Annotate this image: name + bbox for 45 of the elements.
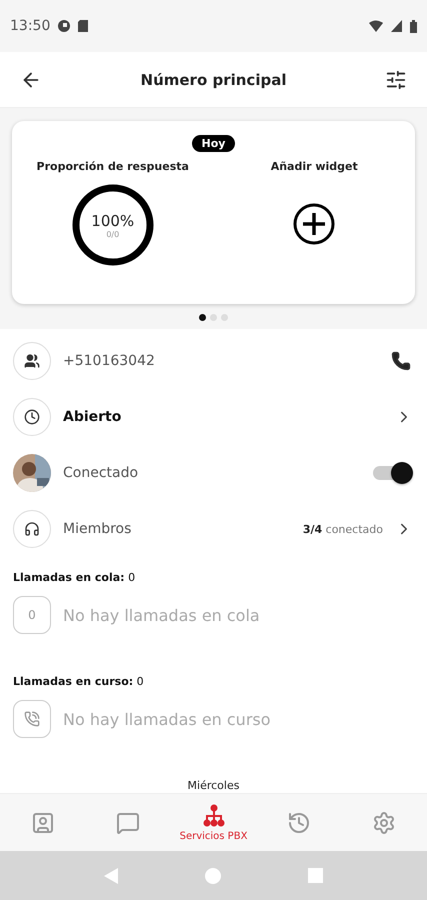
widget-title: Proporción de respuesta <box>36 160 189 173</box>
period-badge: Hoy <box>192 135 236 152</box>
battery-icon <box>410 20 417 32</box>
row-label: Abierto <box>63 409 122 425</box>
signal-icon <box>391 20 402 32</box>
chat-icon <box>116 810 140 834</box>
ratio-value: 100% <box>91 212 134 230</box>
page-dot[interactable] <box>199 314 206 321</box>
queue-count: 0 <box>13 596 51 634</box>
ratio-detail: 0/0 <box>106 230 120 238</box>
history-icon <box>286 810 311 834</box>
home-icon[interactable] <box>204 868 221 884</box>
sd-card-icon <box>78 20 88 32</box>
row-label: Conectado <box>63 465 140 481</box>
page-title: Número principal <box>140 70 286 88</box>
clock-icon <box>13 398 51 436</box>
page-dot[interactable] <box>210 314 217 321</box>
hierarchy-icon <box>202 804 226 828</box>
row-label: Miembros <box>63 521 132 537</box>
app-icon <box>58 20 70 32</box>
widget-title: Añadir widget <box>270 160 358 173</box>
recents-icon[interactable] <box>308 868 324 883</box>
empty-message: No hay llamadas en curso <box>63 710 271 728</box>
toggle-switch[interactable] <box>373 462 413 484</box>
nav-tab[interactable]: Servicios PBX <box>170 794 256 851</box>
settings-icon <box>372 810 396 834</box>
contacts-icon <box>30 810 55 834</box>
page-dot[interactable] <box>221 314 228 321</box>
section-title: Llamadas en curso: 0 <box>13 675 145 688</box>
row-label: +510163042 <box>63 353 156 369</box>
sliders-icon <box>384 68 407 90</box>
date-divider: Miércoles <box>188 779 240 793</box>
empty-message: No hay llamadas en cola <box>63 606 260 624</box>
add-widget-button[interactable] <box>291 201 338 247</box>
back-icon[interactable] <box>104 868 118 884</box>
section-title: Llamadas en cola: 0 <box>13 571 136 584</box>
member-count: 3/4 conectado <box>302 522 383 536</box>
call-icon[interactable] <box>389 349 413 373</box>
wifi-icon <box>369 20 383 32</box>
headphones-icon <box>13 510 51 548</box>
phone-icon <box>391 351 411 371</box>
status-time: 13:50 <box>10 18 50 34</box>
plus-circle-icon <box>293 203 336 245</box>
phone-icon <box>13 700 51 738</box>
people-icon <box>13 342 51 380</box>
